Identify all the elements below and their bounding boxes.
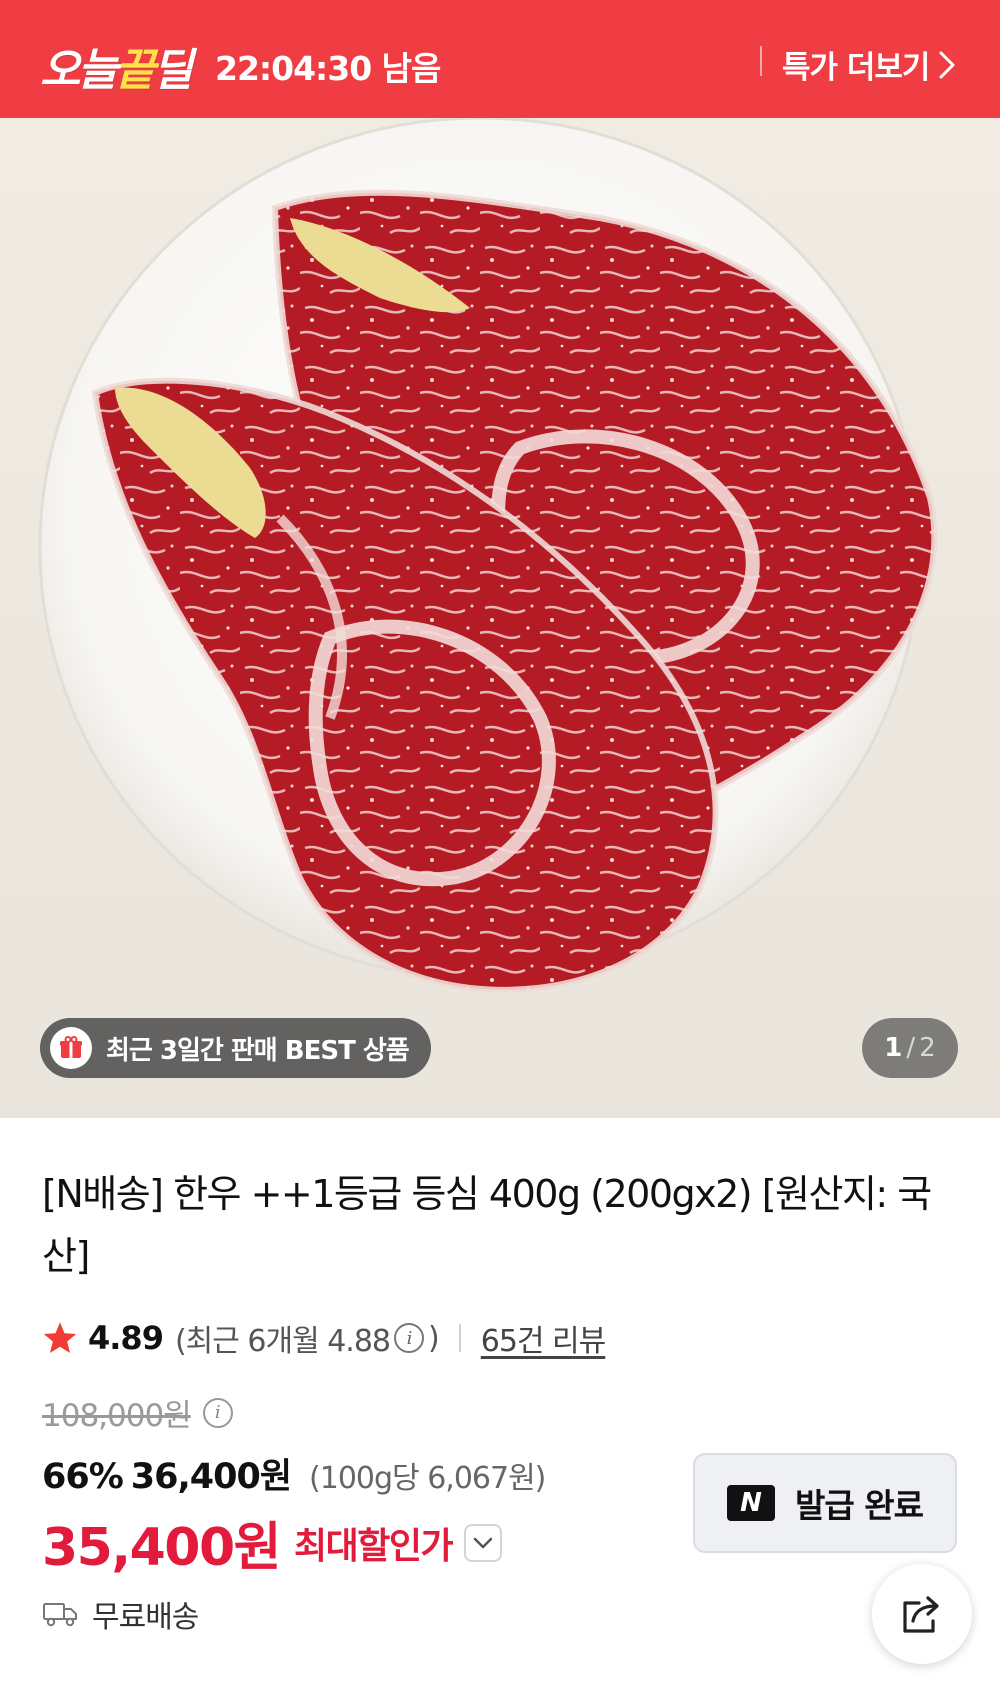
- shipping-label: 무료배송: [92, 1600, 199, 1635]
- page-total: 2: [919, 1033, 936, 1063]
- product-image-carousel[interactable]: 최근 3일간 판매 BEST 상품 1 / 2: [0, 118, 1000, 1118]
- recent-rating-text: (최근 6개월 4.88: [174, 1324, 391, 1359]
- final-price-row: 35,400원 최대할인가: [42, 1505, 503, 1580]
- chevron-right-icon: [939, 51, 955, 78]
- sale-price-row: 66% 36,400원 (100g당 6,067원): [42, 1448, 546, 1499]
- rating-score: 4.89: [88, 1319, 164, 1357]
- recent-rating-close: ): [428, 1320, 440, 1356]
- rating-row: 4.89 (최근 6개월 4.88 i ) 65건 리뷰: [42, 1316, 607, 1360]
- deal-banner: 오늘끝딜 22:04:30 남음 특가 더보기: [0, 0, 1000, 118]
- shipping-info: 무료배송: [42, 1592, 199, 1636]
- final-price: 35,400원: [42, 1518, 282, 1578]
- discount-percent: 66%: [42, 1457, 124, 1497]
- more-deals-link[interactable]: 특가 더보기: [782, 42, 955, 87]
- price-info-icon[interactable]: i: [202, 1397, 233, 1428]
- chevron-down-icon[interactable]: [464, 1523, 503, 1562]
- share-icon: [903, 1596, 939, 1633]
- reviews-link[interactable]: 65건 리뷰: [481, 1316, 607, 1360]
- truck-icon: [43, 1603, 77, 1627]
- best-seller-badge: 최근 3일간 판매 BEST 상품: [40, 1018, 431, 1078]
- page-current: 1: [884, 1033, 903, 1063]
- star-icon: [43, 1322, 77, 1353]
- final-price-label: 최대할인가: [294, 1525, 454, 1567]
- page-separator: /: [906, 1033, 916, 1063]
- coupon-label: 발급 완료: [795, 1486, 924, 1525]
- countdown-timer: 22:04:30 남음: [215, 49, 441, 88]
- coupon-issued-button[interactable]: N 발급 완료: [693, 1453, 957, 1553]
- original-price-row: 108,000원 i: [42, 1390, 237, 1435]
- sale-price: 36,400원: [130, 1457, 292, 1497]
- more-deals-label: 특가 더보기: [782, 50, 930, 86]
- product-photo: [38, 118, 938, 993]
- recent-rating: (최근 6개월 4.88 i ): [174, 1316, 440, 1360]
- image-page-indicator: 1 / 2: [862, 1018, 958, 1078]
- brand-logo: 오늘끝딜: [40, 45, 193, 96]
- gift-icon: [50, 1027, 92, 1069]
- share-button[interactable]: [872, 1564, 972, 1664]
- info-icon[interactable]: i: [394, 1323, 425, 1353]
- product-title: [N배송] 한우 ++1등급 등심 400g (200gx2) [원산지: 국산…: [42, 1172, 932, 1278]
- banner-divider: [760, 46, 762, 76]
- original-price: 108,000원: [42, 1398, 192, 1434]
- naver-n-icon: N: [727, 1485, 776, 1521]
- best-seller-label: 최근 3일간 판매 BEST 상품: [106, 1035, 410, 1066]
- unit-price: (100g당 6,067원): [309, 1461, 546, 1496]
- rating-divider: [458, 1324, 461, 1352]
